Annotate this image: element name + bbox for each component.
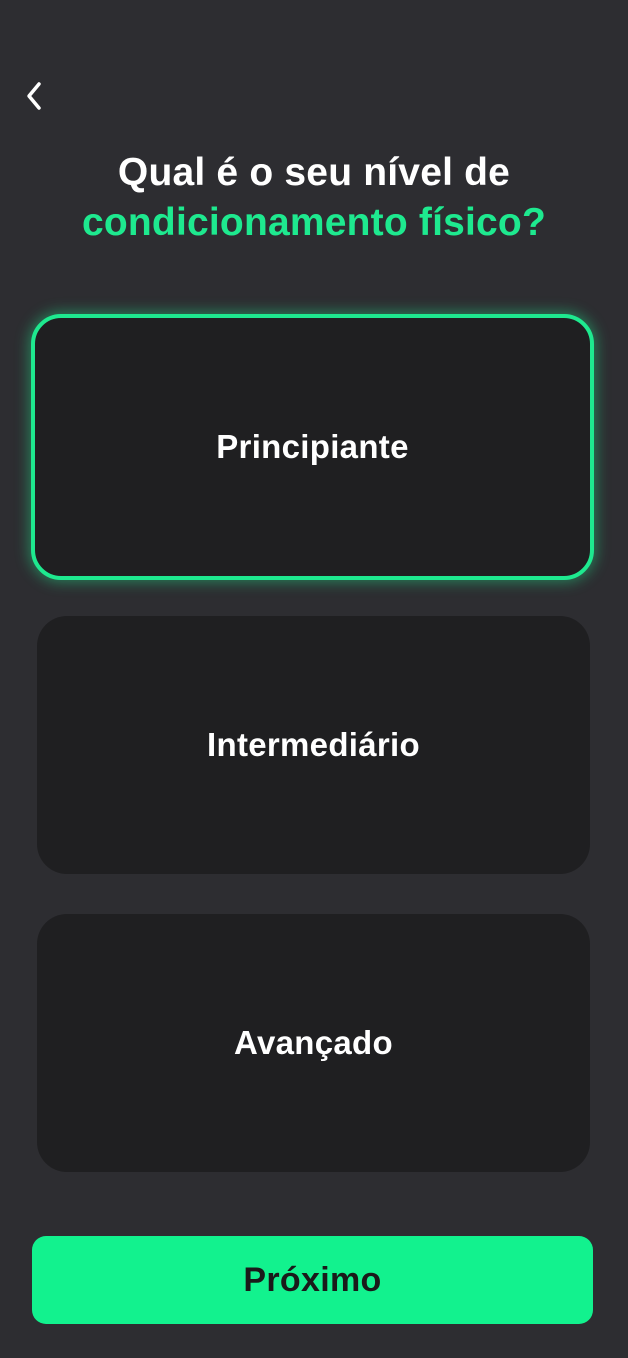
back-button[interactable]: [14, 78, 54, 118]
option-label: Avançado: [234, 1024, 393, 1061]
next-button[interactable]: Próximo: [32, 1236, 593, 1324]
option-intermediario[interactable]: Intermediário: [37, 616, 590, 874]
title-line-2-highlight: condicionamento físico?: [82, 201, 546, 244]
option-label: Intermediário: [207, 726, 420, 763]
chevron-left-icon: [21, 80, 47, 117]
option-avancado[interactable]: Avançado: [37, 914, 590, 1172]
page-title: Qual é o seu nível de condicionamento fí…: [0, 148, 628, 248]
next-button-label: Próximo: [243, 1260, 382, 1299]
option-principiante[interactable]: Principiante: [31, 314, 594, 580]
option-label: Principiante: [216, 428, 409, 465]
title-line-1: Qual é o seu nível de: [117, 151, 511, 194]
